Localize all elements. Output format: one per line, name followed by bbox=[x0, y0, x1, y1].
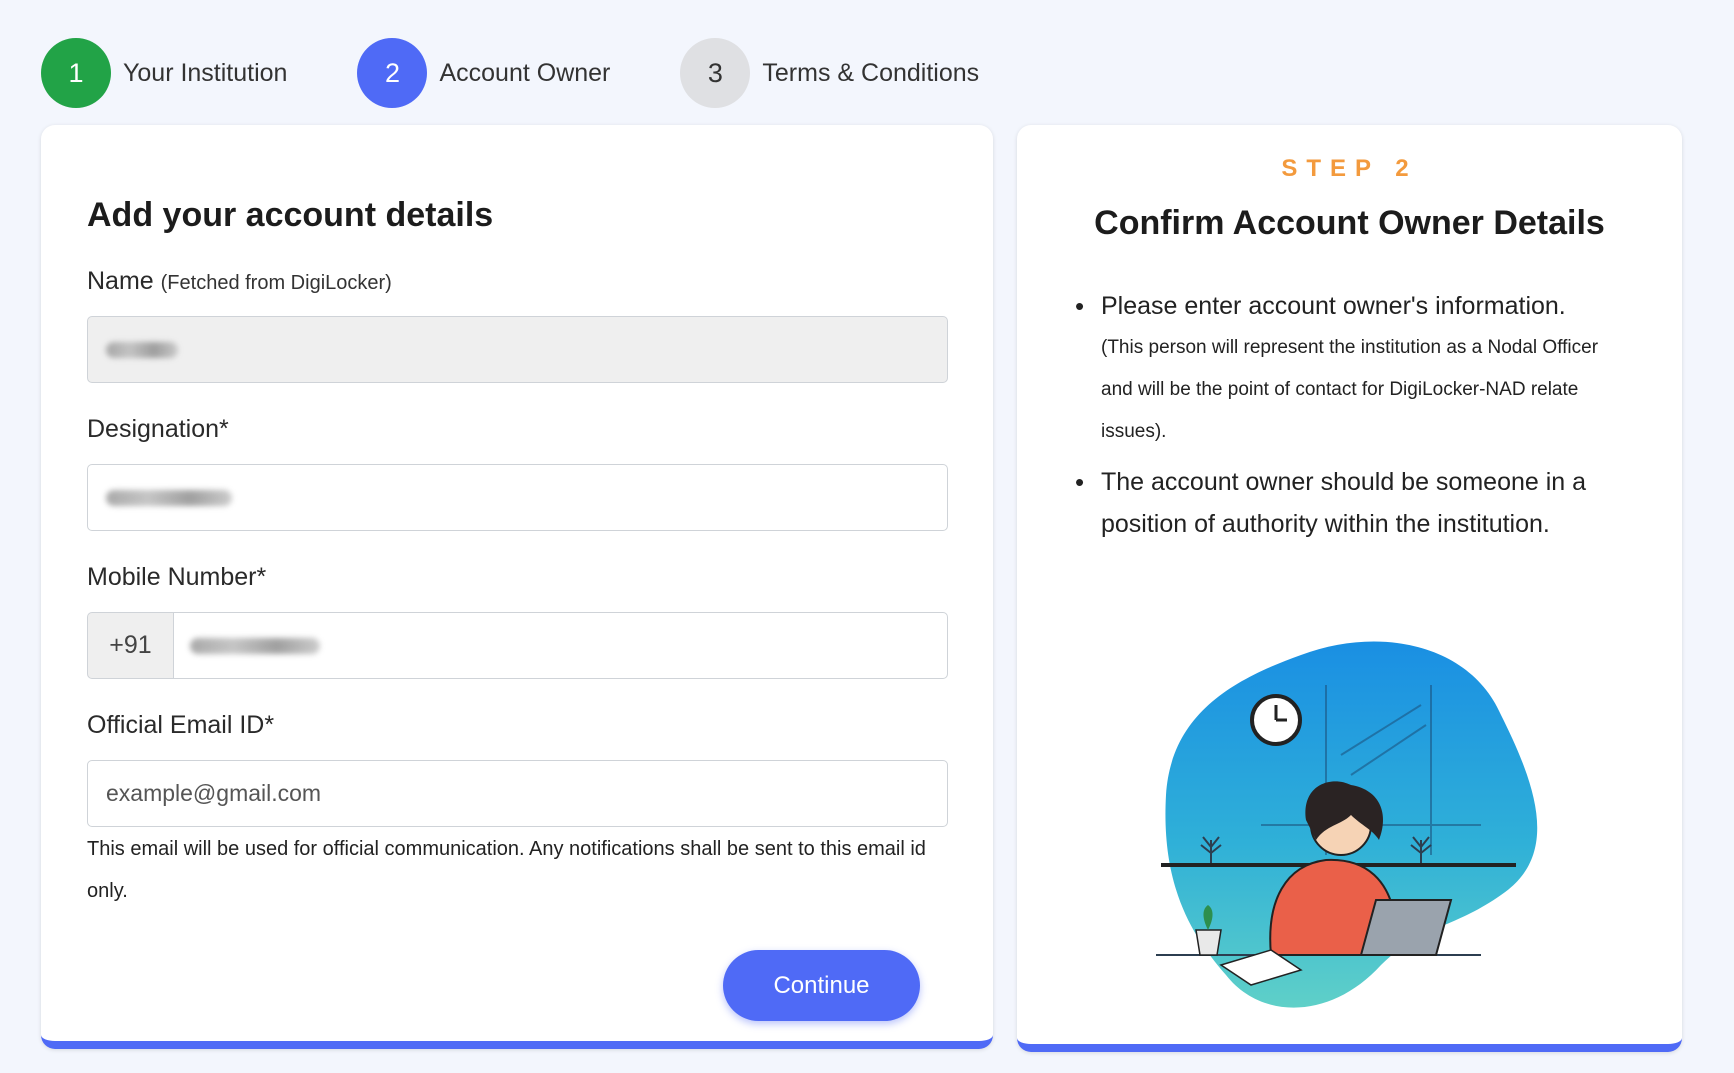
name-label-text: Name bbox=[87, 267, 154, 295]
designation-label: Designation* bbox=[87, 415, 229, 443]
form-title: Add your account details bbox=[87, 196, 494, 234]
mobile-input[interactable] bbox=[173, 612, 948, 679]
designation-field[interactable] bbox=[87, 464, 948, 531]
info-bullet-2-main: The account owner should be someone in a… bbox=[1101, 468, 1587, 538]
info-bullet-2: The account owner should be someone in a… bbox=[1075, 461, 1635, 545]
name-label: Name (Fetched from DigiLocker) bbox=[87, 267, 392, 296]
step-3-circle: 3 bbox=[680, 38, 751, 108]
info-bullet-1-main: Please enter account owner's information… bbox=[1101, 292, 1566, 320]
mobile-label: Mobile Number* bbox=[87, 563, 267, 591]
email-label: Official Email ID* bbox=[87, 711, 275, 739]
email-help-text: This email will be used for official com… bbox=[87, 838, 926, 902]
designation-redacted-value bbox=[106, 489, 232, 506]
email-field-wrapper bbox=[87, 760, 948, 827]
continue-button[interactable]: Continue bbox=[723, 950, 920, 1021]
name-redacted-value bbox=[106, 341, 178, 358]
step-3-label: Terms & Conditions bbox=[762, 58, 980, 87]
step-info-card: STEP 2 Confirm Account Owner Details Ple… bbox=[1017, 125, 1682, 1052]
step-1-circle: 1 bbox=[41, 38, 111, 108]
step-tag: STEP 2 bbox=[1281, 155, 1418, 182]
mobile-field: +91 bbox=[87, 612, 948, 679]
info-bullet-list: Please enter account owner's information… bbox=[1075, 285, 1635, 553]
step-your-institution[interactable]: 1 Your Institution bbox=[41, 38, 287, 108]
woman-working-at-desk-illustration bbox=[1156, 641, 1538, 1008]
account-details-form-card: Add your account details Name (Fetched f… bbox=[41, 125, 993, 1049]
mobile-redacted-value bbox=[190, 637, 320, 654]
info-bullet-1-sub: (This person will represent the institut… bbox=[1101, 337, 1599, 442]
country-code-prefix: +91 bbox=[87, 612, 173, 679]
name-sub-label: (Fetched from DigiLocker) bbox=[160, 272, 392, 294]
step-2-circle: 2 bbox=[357, 38, 428, 108]
info-title: Confirm Account Owner Details bbox=[1094, 204, 1605, 242]
progress-stepper: 1 Your Institution 2 Account Owner 3 Ter… bbox=[41, 38, 1049, 108]
email-input[interactable] bbox=[106, 780, 947, 807]
step-account-owner[interactable]: 2 Account Owner bbox=[357, 38, 610, 108]
step-1-label: Your Institution bbox=[123, 58, 288, 87]
clock-icon bbox=[1250, 694, 1302, 746]
step-terms-conditions[interactable]: 3 Terms & Conditions bbox=[680, 38, 979, 108]
step-2-label: Account Owner bbox=[439, 58, 611, 87]
info-bullet-1: Please enter account owner's information… bbox=[1075, 285, 1635, 453]
name-field bbox=[87, 316, 948, 383]
